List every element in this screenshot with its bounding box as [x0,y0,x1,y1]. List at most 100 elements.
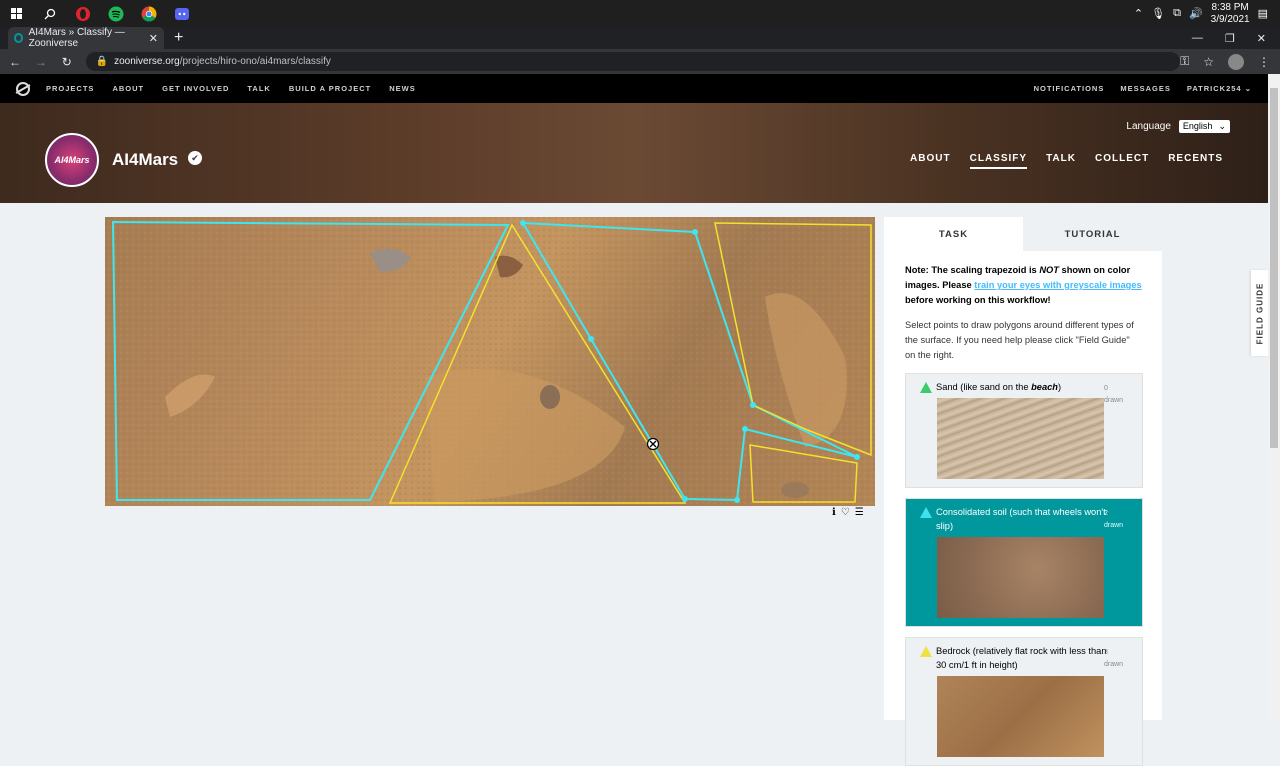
note-em: NOT [1039,265,1059,275]
opera-icon[interactable] [66,0,99,27]
field-guide-label: FIELD GUIDE [1255,282,1265,344]
more-menu-icon[interactable]: ⋮ [1258,55,1270,69]
discord-icon[interactable] [165,0,198,27]
url-path: /projects/hiro-ono/ai4mars/classify [179,56,331,67]
polygon-vertex[interactable] [734,497,740,503]
annotation-layer[interactable] [105,217,875,506]
polygon-vertex[interactable] [520,220,526,226]
project-nav-recents[interactable]: RECENTS [1168,153,1223,169]
forward-arrow-icon[interactable]: → [30,55,52,69]
url-host: zooniverse.org [114,56,180,67]
triangle-marker-icon [920,507,932,518]
volume-icon[interactable]: 🔊 [1189,7,1203,20]
nav-get-involved[interactable]: GET INVOLVED [162,84,229,93]
username: PATRICK254 [1186,84,1242,93]
url-input[interactable]: 🔒 zooniverse.org/projects/hiro-ono/ai4ma… [85,52,1181,71]
tool-count: 3 drawn [1104,647,1128,671]
address-bar-actions: ⚿ ☆ ⋮ [1180,53,1280,70]
close-tab-icon[interactable]: ✕ [149,32,158,45]
spotify-icon[interactable] [99,0,132,27]
tool-label: Consolidated soil (such that wheels won'… [936,507,1106,531]
new-tab-icon[interactable]: + [174,27,183,49]
nav-news[interactable]: NEWS [389,84,416,93]
tool-bedrock[interactable]: Bedrock (relatively flat rock with less … [905,637,1143,766]
polygon-vertex[interactable] [854,454,860,460]
clock-date: 3/9/2021 [1210,13,1250,25]
browser-tab[interactable]: AI4Mars » Classify — Zooniverse ✕ [8,27,164,49]
delete-vertex-icon[interactable] [646,437,660,451]
tool-label-em: beach [1031,382,1058,392]
chrome-icon[interactable] [132,0,165,27]
field-guide-tab[interactable]: FIELD GUIDE [1251,270,1268,356]
restore-icon[interactable]: ❐ [1225,32,1235,45]
tab-tutorial[interactable]: TUTORIAL [1023,217,1162,251]
close-window-icon[interactable]: ✕ [1257,32,1266,45]
nav-about[interactable]: ABOUT [112,84,144,93]
project-nav-talk[interactable]: TALK [1046,153,1076,169]
tool-label-close: ) [1057,382,1062,392]
tab-task[interactable]: TASK [884,217,1023,251]
polygon-vertex[interactable] [692,229,698,235]
nav-build-a-project[interactable]: BUILD A PROJECT [289,84,371,93]
project-nav-about[interactable]: ABOUT [910,153,951,169]
task-body: Note: The scaling trapezoid is NOT shown… [884,251,1162,766]
task-tabs: TASK TUTORIAL [884,217,1162,251]
scrollbar-thumb[interactable] [1270,88,1278,448]
polygon-vertex[interactable] [750,402,756,408]
nav-talk[interactable]: TALK [247,84,270,93]
reload-icon[interactable]: ↻ [56,55,78,69]
star-icon[interactable]: ☆ [1203,55,1214,69]
project-nav-collect[interactable]: COLLECT [1095,153,1149,169]
page-scrollbar[interactable] [1268,74,1280,720]
network-icon[interactable]: ⧉ [1173,7,1181,20]
address-bar: ← → ↻ 🔒 zooniverse.org/projects/hiro-ono… [0,49,1280,74]
nav-projects[interactable]: PROJECTS [46,84,94,93]
info-icon[interactable]: ℹ [832,507,836,518]
collections-icon[interactable]: ☰ [855,507,864,518]
language-select[interactable]: English ⌄ [1178,120,1230,133]
zooniverse-logo-icon[interactable] [16,81,30,96]
tool-sand[interactable]: Sand (like sand on the beach) 0 drawn [905,373,1143,488]
nav-messages[interactable]: MESSAGES [1120,84,1171,93]
microphone-icon[interactable]: 🎙 [1151,7,1165,20]
project-nav: ABOUT CLASSIFY TALK COLLECT RECENTS [910,153,1223,169]
verified-check-icon: ✔ [188,151,202,165]
chevron-up-icon[interactable]: ⌃ [1134,7,1143,20]
task-panel: TASK TUTORIAL Note: The scaling trapezoi… [884,217,1162,766]
minimize-icon[interactable]: — [1192,32,1203,44]
search-icon[interactable] [33,0,66,27]
back-arrow-icon[interactable]: ← [4,55,26,69]
subject-image[interactable] [105,217,875,506]
tool-count: 2 drawn [1104,508,1128,532]
polygon-vertex[interactable] [682,496,688,502]
project-nav-classify[interactable]: CLASSIFY [969,153,1028,169]
language-value: English [1182,121,1213,131]
polygon-vertex[interactable] [742,426,748,432]
project-avatar-text: AI4Mars [54,155,90,165]
zooniverse-nav: PROJECTS ABOUT GET INVOLVED TALK BUILD A… [0,74,1268,103]
windows-taskbar: ⌃ 🎙 ⧉ 🔊 8:38 PM 3/9/2021 ▤ [0,0,1280,27]
project-title[interactable]: AI4Mars [112,150,178,170]
lock-icon: 🔒 [95,56,109,67]
note-prefix: Note: The scaling trapezoid is [905,265,1040,275]
nav-user-menu[interactable]: PATRICK254 ⌄ [1187,84,1252,93]
heart-icon[interactable]: ♡ [841,507,850,518]
profile-avatar[interactable] [1228,53,1245,70]
key-icon[interactable]: ⚿ [1180,54,1189,69]
browser-tab-bar: AI4Mars » Classify — Zooniverse ✕ + — ❐ … [0,27,1280,49]
tool-label: Bedrock (relatively flat rock with less … [936,646,1107,670]
zooniverse-favicon-icon [14,33,23,43]
chevron-down-icon: ⌄ [1244,84,1252,93]
system-tray: ⌃ 🎙 ⧉ 🔊 8:38 PM 3/9/2021 ▤ [1134,2,1280,26]
tool-count-drawn: drawn [1104,661,1124,668]
project-avatar[interactable]: AI4Mars [45,133,99,187]
notifications-icon[interactable]: ▤ [1258,7,1268,20]
polygon-vertex[interactable] [588,336,594,342]
windows-start-icon[interactable] [0,0,33,27]
nav-notifications[interactable]: NOTIFICATIONS [1034,84,1105,93]
system-clock[interactable]: 8:38 PM 3/9/2021 [1211,2,1250,26]
subject-toolbar: ℹ ♡ ☰ [832,507,864,518]
tool-count-number: 2 [1104,510,1108,517]
tool-consolidated-soil[interactable]: Consolidated soil (such that wheels won'… [905,498,1143,627]
greyscale-training-link[interactable]: train your eyes with greyscale images [974,280,1141,290]
